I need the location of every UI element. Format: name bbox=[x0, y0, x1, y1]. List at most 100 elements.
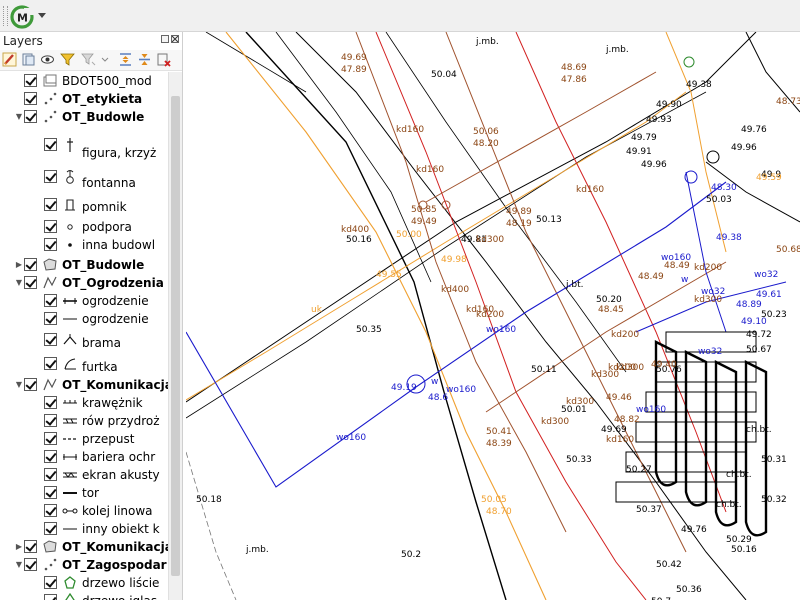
road-edge-line bbox=[245, 32, 507, 600]
collapse-all-icon[interactable] bbox=[137, 52, 152, 67]
layer-visibility-checkbox[interactable] bbox=[24, 110, 37, 123]
chevron-right-icon[interactable]: ▶ bbox=[14, 538, 24, 556]
float-icon[interactable] bbox=[161, 35, 169, 43]
layer-name-label: ogrodzenie bbox=[82, 312, 149, 326]
layer-visibility-checkbox[interactable] bbox=[44, 312, 57, 325]
map-label-black: 50.20 bbox=[596, 295, 622, 305]
layer-row[interactable]: fontanna bbox=[0, 162, 168, 192]
layer-row[interactable]: inny obiekt k bbox=[0, 520, 168, 538]
layer-row[interactable]: krawężnik bbox=[0, 394, 168, 412]
map-label-brown: 50.06 bbox=[473, 127, 499, 137]
map-label-orange: 50.05 bbox=[481, 495, 507, 505]
map-label-brown: 48.45 bbox=[598, 305, 624, 315]
layer-row[interactable]: figura, krzyż bbox=[0, 128, 168, 162]
layer-visibility-checkbox[interactable] bbox=[44, 468, 57, 481]
layer-visibility-checkbox[interactable] bbox=[44, 238, 57, 251]
layer-visibility-checkbox[interactable] bbox=[44, 396, 57, 409]
chevron-down-icon[interactable]: ▼ bbox=[14, 274, 24, 292]
layer-group-row[interactable]: ▶ OT_Budowle bbox=[0, 256, 168, 274]
chevron-down-icon[interactable] bbox=[38, 13, 46, 18]
layer-visibility-checkbox[interactable] bbox=[24, 540, 37, 553]
layer-name-label: drzewo iglas bbox=[82, 592, 157, 600]
layer-visibility-checkbox[interactable] bbox=[44, 198, 57, 211]
layer-visibility-checkbox[interactable] bbox=[24, 378, 37, 391]
fountain-symbol-icon bbox=[66, 170, 74, 184]
layer-visibility-checkbox[interactable] bbox=[24, 558, 37, 571]
layer-row[interactable]: drzewo iglas bbox=[0, 592, 168, 600]
layer-row[interactable]: bariera ochr bbox=[0, 448, 168, 466]
layer-visibility-checkbox[interactable] bbox=[44, 294, 57, 307]
cableway-line-icon bbox=[62, 508, 78, 514]
layer-visibility-checkbox[interactable] bbox=[44, 414, 57, 427]
visibility-eye-icon[interactable] bbox=[40, 52, 55, 67]
layer-row[interactable]: podpora bbox=[0, 218, 168, 236]
thin-line-icon bbox=[63, 528, 77, 530]
layer-visibility-checkbox[interactable] bbox=[44, 432, 57, 445]
layer-visibility-checkbox[interactable] bbox=[44, 333, 57, 346]
add-group-icon[interactable] bbox=[21, 52, 36, 67]
layer-group-row[interactable]: ▶ OT_Komunikacja bbox=[0, 538, 168, 556]
layer-row[interactable]: pomnik bbox=[0, 194, 168, 216]
map-label-blue: 49.61 bbox=[756, 290, 782, 300]
style-brush-icon[interactable] bbox=[2, 52, 17, 67]
layer-row[interactable]: inna budowl bbox=[0, 236, 168, 254]
panel-title: Layers bbox=[3, 34, 43, 48]
layer-row[interactable]: ogrodzenie bbox=[0, 310, 168, 328]
layer-visibility-checkbox[interactable] bbox=[44, 504, 57, 517]
layer-visibility-checkbox[interactable] bbox=[44, 357, 57, 370]
filter-expression-icon[interactable] bbox=[81, 52, 96, 67]
map-label-orange: 50.00 bbox=[396, 230, 422, 240]
road-edge-line bbox=[186, 451, 237, 600]
map-label-black: 49.93 bbox=[646, 115, 672, 125]
layer-row[interactable]: OT_etykieta bbox=[0, 90, 168, 108]
layer-group-row[interactable]: ▼ OT_Komunikacja bbox=[0, 376, 168, 394]
layer-group-row[interactable]: ▼ OT_Ogrodzenia bbox=[0, 274, 168, 292]
chevron-down-icon[interactable]: ▼ bbox=[14, 376, 24, 394]
layer-tree-scrollbar[interactable] bbox=[168, 72, 182, 600]
layer-group-row[interactable]: ▼ OT_Budowle bbox=[0, 108, 168, 126]
map-canvas[interactable]: 50.04 j.mb. 49.38 49.90 49.93 49.79 49.91 49.96… bbox=[186, 32, 800, 600]
layer-row[interactable]: przepust bbox=[0, 430, 168, 448]
layer-visibility-checkbox[interactable] bbox=[24, 92, 37, 105]
parcel-boundary-line bbox=[205, 32, 307, 93]
remove-layer-icon[interactable] bbox=[156, 52, 171, 67]
layer-row[interactable]: rów przydroż bbox=[0, 412, 168, 430]
layer-visibility-checkbox[interactable] bbox=[44, 138, 57, 151]
chevron-down-icon[interactable]: ▼ bbox=[14, 556, 24, 574]
layer-group-row[interactable]: ▼ BDOT500_mod bbox=[0, 72, 168, 90]
layer-group-row[interactable]: ▼ OT_Zagospodar bbox=[0, 556, 168, 574]
sewer-pipe-line bbox=[485, 261, 727, 413]
chevron-down-icon[interactable]: ▼ bbox=[14, 108, 24, 126]
layer-visibility-checkbox[interactable] bbox=[24, 276, 37, 289]
layer-name-label: drzewo liście bbox=[82, 576, 160, 590]
map-label-black: 49.76 bbox=[681, 525, 707, 535]
layer-visibility-checkbox[interactable] bbox=[44, 170, 57, 183]
filter-icon[interactable] bbox=[60, 52, 75, 67]
layer-row[interactable]: ogrodzenie bbox=[0, 292, 168, 310]
layer-visibility-checkbox[interactable] bbox=[44, 450, 57, 463]
close-icon[interactable] bbox=[171, 35, 179, 43]
layer-row[interactable]: ekran akusty bbox=[0, 466, 168, 484]
map-label-brown: 49.49 bbox=[411, 217, 437, 227]
scrollbar-thumb[interactable] bbox=[171, 96, 180, 576]
layer-row[interactable]: drzewo liście bbox=[0, 574, 168, 592]
expand-all-icon[interactable] bbox=[118, 52, 133, 67]
layer-visibility-checkbox[interactable] bbox=[44, 594, 57, 600]
toolbar-grip[interactable] bbox=[3, 6, 8, 26]
layer-visibility-checkbox[interactable] bbox=[44, 220, 57, 233]
layer-visibility-checkbox[interactable] bbox=[44, 576, 57, 589]
chevron-down-icon[interactable] bbox=[100, 52, 115, 67]
mapinfo-logo-icon[interactable]: M bbox=[10, 4, 36, 30]
chevron-right-icon[interactable]: ▶ bbox=[14, 256, 24, 274]
layer-row[interactable]: tor bbox=[0, 484, 168, 502]
layer-row[interactable]: furtka bbox=[0, 352, 168, 376]
layer-row[interactable]: kolej linowa bbox=[0, 502, 168, 520]
chevron-down-icon[interactable]: ▼ bbox=[0, 72, 2, 90]
layer-row[interactable]: brama bbox=[0, 328, 168, 352]
layer-visibility-checkbox[interactable] bbox=[24, 258, 37, 271]
map-label-black: 50.37 bbox=[636, 505, 662, 515]
layer-visibility-checkbox[interactable] bbox=[44, 522, 57, 535]
layer-visibility-checkbox[interactable] bbox=[24, 74, 37, 87]
layer-tree: ▼BDOT500_modOT_etykieta▼OT_Budowlefigura… bbox=[0, 72, 168, 600]
layer-visibility-checkbox[interactable] bbox=[44, 486, 57, 499]
